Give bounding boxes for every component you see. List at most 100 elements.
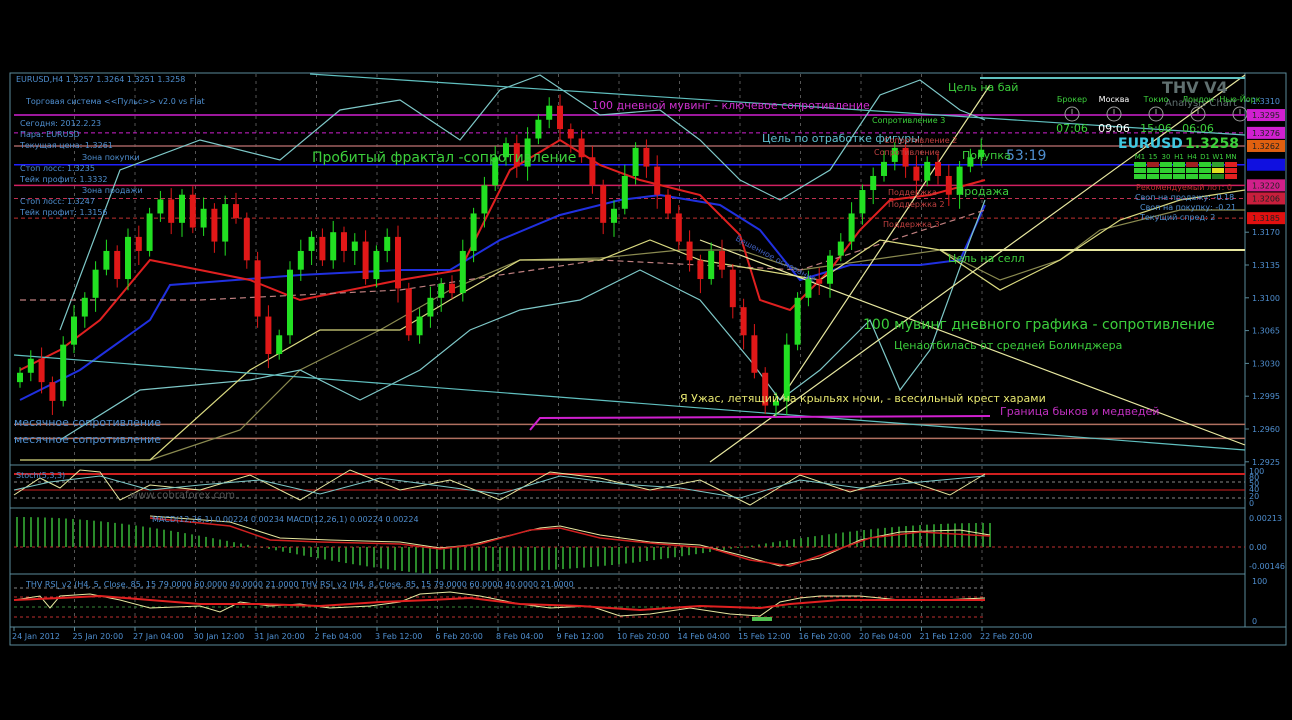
timeframe-label: M1 — [1135, 153, 1146, 161]
macd-bar — [338, 547, 340, 562]
macd-bar — [555, 547, 557, 570]
price-label: 1.2995 — [1252, 392, 1280, 401]
macd-bar — [366, 547, 368, 567]
annotation-ma100-chart: 100 мувинг дневного графика - сопротивле… — [863, 317, 1215, 333]
current-spread: Текущий спред: 2 — [1139, 213, 1215, 222]
bull-candle — [146, 213, 153, 251]
watermark: www.cobraforex.com — [130, 490, 235, 501]
bull-candle — [330, 232, 337, 261]
price-label: 1.2925 — [1252, 458, 1280, 467]
macd-bar — [30, 517, 32, 547]
trend-cell — [1225, 168, 1237, 173]
bear-candle — [449, 283, 455, 294]
macd-bar — [23, 517, 25, 547]
timeframe-label: W1 — [1212, 153, 1223, 161]
macd-bar — [793, 539, 795, 547]
timeframe-label: D1 — [1200, 153, 1210, 161]
timeframe-label: MN — [1225, 153, 1236, 161]
bull-candle — [859, 190, 866, 214]
bear-candle — [211, 208, 218, 242]
clock-time: 09:06 — [1098, 122, 1130, 135]
macd-bar — [429, 547, 431, 574]
time-label: 24 Jan 2012 — [12, 632, 60, 641]
clock-time: 06:06 — [1182, 122, 1214, 135]
macd-bar — [163, 529, 165, 547]
bull-candle — [71, 316, 77, 345]
bull-candle — [611, 208, 617, 223]
bull-candle — [794, 297, 801, 345]
bull-candle — [427, 297, 434, 317]
macd-bar — [436, 547, 438, 569]
bear-candle — [913, 166, 920, 181]
bear-candle — [697, 260, 704, 280]
macd-bar — [695, 547, 697, 555]
macd-bar — [884, 527, 886, 547]
annotation-support-3: Поддержка 3 — [883, 220, 940, 229]
macd-bar — [58, 518, 60, 547]
macd-bar — [198, 535, 200, 547]
bull-candle — [708, 250, 715, 280]
macd-bar — [499, 547, 501, 571]
macd-bar — [933, 524, 935, 547]
bull-candle — [125, 236, 131, 280]
timeframe-label: H1 — [1174, 153, 1184, 161]
bear-candle — [729, 269, 736, 308]
macd-bar — [632, 547, 634, 563]
macd-bar — [86, 520, 88, 547]
macd-bar — [583, 547, 585, 568]
trend-cell — [1199, 168, 1211, 173]
macd-bar — [912, 525, 914, 547]
macd-bar — [324, 547, 326, 560]
annotation-monthly-1: месячное сопротивление — [14, 416, 161, 429]
bull-candle — [103, 250, 110, 270]
timeframe-label: H4 — [1187, 153, 1197, 161]
macd-bar — [226, 540, 228, 547]
macd-bar — [940, 523, 942, 547]
bear-candle — [168, 199, 175, 223]
macd-bar — [380, 547, 382, 569]
bear-candle — [114, 250, 121, 280]
macd-bar — [674, 547, 676, 558]
trading-terminal: EURUSD,H4 1.3257 1.3264 1.3251 1.3258 То… — [0, 0, 1292, 720]
info-buy-zone: Зона покупки — [82, 153, 140, 162]
macd-bar — [639, 547, 641, 562]
macd-bar — [737, 547, 739, 548]
macd-bar — [37, 517, 39, 547]
trend-cell — [1134, 162, 1146, 167]
bear-candle — [341, 232, 347, 251]
time-label: 20 Feb 04:00 — [859, 632, 911, 641]
macd-bar — [681, 547, 683, 557]
bull-candle — [416, 316, 423, 336]
bull-candle — [470, 213, 477, 251]
bull-candle — [837, 241, 844, 256]
bull-candle — [848, 213, 855, 242]
bull-candle — [157, 199, 164, 214]
macd-bar — [520, 547, 522, 571]
macd-bar — [205, 536, 207, 547]
bull-candle — [287, 269, 293, 336]
macd-bar — [65, 518, 67, 547]
macd-bar — [541, 547, 543, 571]
macd-tick: 0.00 — [1249, 543, 1267, 552]
price-label: 1.3030 — [1252, 359, 1280, 368]
trend-cell — [1186, 174, 1198, 179]
macd-bar — [450, 547, 452, 570]
symbol-header: EURUSD,H4 1.3257 1.3264 1.3251 1.3258 — [16, 75, 185, 84]
bear-candle — [578, 138, 585, 158]
annotation-broken-fractal: Пробитый фрактал -сопротивление — [312, 150, 576, 166]
macd-bar — [401, 547, 403, 572]
macd-bar — [478, 547, 480, 571]
macd-bar — [618, 547, 620, 565]
bull-candle — [481, 185, 488, 214]
bear-candle — [243, 218, 250, 261]
time-label: 25 Jan 20:00 — [73, 632, 124, 641]
info-buy-stop: Стоп лосс: 1.3235 — [20, 164, 95, 173]
macd-bar — [352, 547, 354, 565]
macd-bar — [184, 533, 186, 547]
macd-bar — [891, 527, 893, 547]
bull-candle — [351, 241, 358, 251]
macd-bar — [590, 547, 592, 568]
time-label: 30 Jan 12:00 — [194, 632, 245, 641]
bear-candle — [654, 166, 661, 195]
bear-candle — [816, 279, 823, 284]
